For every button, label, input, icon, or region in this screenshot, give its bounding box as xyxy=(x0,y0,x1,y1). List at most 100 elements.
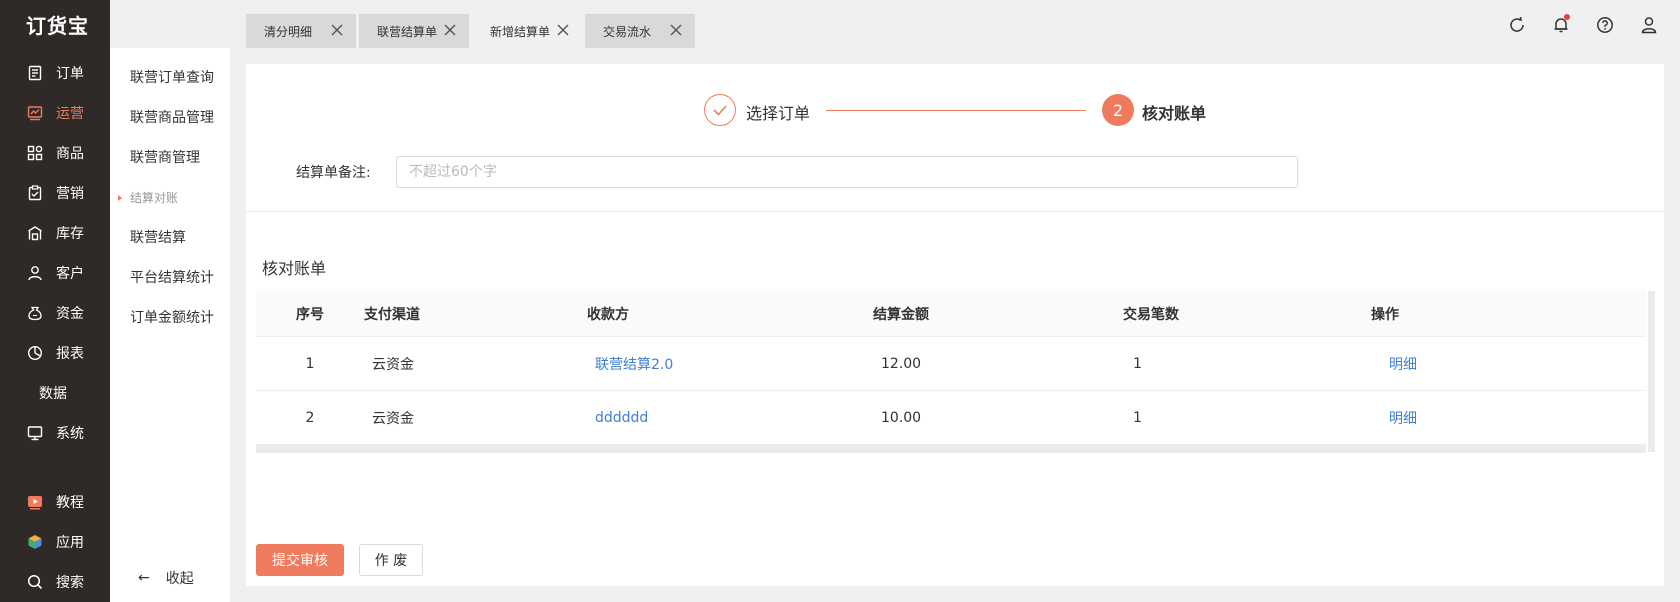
payee-link[interactable]: dddddd xyxy=(587,410,873,426)
column-header-count: 交易笔数 xyxy=(1123,306,1179,323)
nav-item-label: 订单 xyxy=(56,66,84,82)
nav-item-customer[interactable]: 客户 xyxy=(0,261,110,285)
close-icon[interactable] xyxy=(330,23,344,37)
tab-bar: 清分明细 联营结算单 新增结算单 交易流水 xyxy=(246,14,698,48)
divider xyxy=(246,211,1664,212)
notification-dot xyxy=(1564,14,1570,20)
close-icon[interactable] xyxy=(669,23,683,37)
cell-amount: 12.00 xyxy=(881,355,922,372)
report-icon xyxy=(26,344,44,362)
nav-item-search[interactable]: 搜索 xyxy=(0,570,110,594)
collapse-label: 收起 xyxy=(165,571,194,587)
column-header-payee: 收款方 xyxy=(587,306,629,323)
void-button[interactable]: 作 废 xyxy=(359,544,423,576)
steps: 选择订单 2 核对账单 xyxy=(246,64,1664,148)
nav-item-report[interactable]: 报表 xyxy=(0,341,110,365)
submit-review-button[interactable]: 提交审核 xyxy=(256,544,344,576)
top-toolbar xyxy=(1508,14,1658,34)
check-icon xyxy=(713,105,727,116)
goods-icon xyxy=(26,144,44,162)
nav-item-marketing[interactable]: 营销 xyxy=(0,181,110,205)
tab-transaction-flow[interactable]: 交易流水 xyxy=(585,14,695,48)
nav-item-label: 报表 xyxy=(56,346,84,362)
nav-item-label: 资金 xyxy=(56,306,84,322)
remark-input[interactable] xyxy=(396,156,1298,188)
cell-count: 1 xyxy=(1133,409,1142,426)
submenu-group-settlement-reconciliation: 结算对账 xyxy=(110,187,230,209)
submenu-item-joint-vendor-management[interactable]: 联营商管理 xyxy=(110,147,230,169)
table-header: 序号 支付渠道 收款方 结算金额 交易笔数 操作 xyxy=(256,291,1646,337)
app-logo[interactable]: 订货宝 xyxy=(0,0,110,48)
collapse-button[interactable]: ← 收起 xyxy=(138,568,194,588)
user-icon[interactable] xyxy=(1640,16,1658,34)
order-icon xyxy=(26,64,44,82)
nav-item-label: 搜索 xyxy=(56,575,84,591)
submenu-item-platform-settlement-stats[interactable]: 平台结算统计 xyxy=(110,267,230,289)
tab-joint-settlement-statement[interactable]: 联营结算单 xyxy=(359,14,469,48)
cell-index: 2 xyxy=(305,409,315,426)
column-header-index: 序号 xyxy=(296,306,324,323)
operations-icon xyxy=(26,104,44,122)
funds-icon xyxy=(26,304,44,322)
apps-icon xyxy=(26,533,44,551)
tab-new-settlement-statement[interactable]: 新增结算单 xyxy=(472,14,582,48)
cell-index: 1 xyxy=(305,355,315,372)
nav-item-label: 客户 xyxy=(56,266,84,282)
horizontal-scrollbar[interactable] xyxy=(256,445,1646,453)
customer-icon xyxy=(26,264,44,282)
nav-item-tutorial[interactable]: 教程 xyxy=(0,490,110,514)
submenu-item-order-amount-stats[interactable]: 订单金额统计 xyxy=(110,307,230,329)
table-row: 1 云资金 联营结算2.0 12.00 1 明细 xyxy=(256,337,1646,391)
step2-indicator: 2 xyxy=(1102,94,1134,126)
remark-label: 结算单备注: xyxy=(296,165,371,181)
step1-label: 选择订单 xyxy=(746,104,811,123)
column-header-channel: 支付渠道 xyxy=(364,306,420,323)
cell-channel: 云资金 xyxy=(372,356,414,373)
step2-label: 核对账单 xyxy=(1142,104,1207,123)
vertical-scrollbar[interactable] xyxy=(1648,291,1655,452)
main-content: 选择订单 2 核对账单 结算单备注: 核对账单 序号 支付渠道 收款方 结算金额… xyxy=(246,64,1664,586)
close-icon[interactable] xyxy=(443,23,457,37)
arrow-left-icon: ← xyxy=(138,570,150,586)
nav-item-label: 营销 xyxy=(56,186,84,202)
nav-item-funds[interactable]: 资金 xyxy=(0,301,110,325)
nav-item-inventory[interactable]: 库存 xyxy=(0,221,110,245)
search-icon xyxy=(26,573,44,591)
close-icon[interactable] xyxy=(556,23,570,37)
cell-channel: 云资金 xyxy=(372,410,414,427)
step-connector xyxy=(826,110,1086,111)
nav-item-apps[interactable]: 应用 xyxy=(0,530,110,554)
payee-link[interactable]: 联营结算2.0 xyxy=(587,354,873,374)
nav-item-system[interactable]: 系统 xyxy=(0,421,110,445)
marketing-icon xyxy=(26,184,44,202)
nav-item-label: 商品 xyxy=(56,146,84,162)
cell-count: 1 xyxy=(1133,355,1142,372)
submenu-item-joint-order-query[interactable]: 联营订单查询 xyxy=(110,67,230,89)
nav-item-label: 库存 xyxy=(56,226,84,242)
section-title: 核对账单 xyxy=(262,259,327,278)
nav-item-data[interactable]: 数据 xyxy=(0,381,110,405)
left-nav: 订货宝 订单 运营 商品 营销 库存 客户 资金 报表 数据 系统 教程 应用 … xyxy=(0,0,110,602)
detail-link[interactable]: 明细 xyxy=(1371,408,1646,428)
system-icon xyxy=(26,424,44,442)
step1-indicator xyxy=(704,94,736,126)
nav-item-label: 应用 xyxy=(56,535,84,551)
nav-item-label: 运营 xyxy=(56,106,84,122)
nav-item-label: 数据 xyxy=(39,386,67,402)
nav-item-goods[interactable]: 商品 xyxy=(0,141,110,165)
submenu-item-joint-settlement[interactable]: 联营结算 xyxy=(110,227,230,249)
table-row: 2 云资金 dddddd 10.00 1 明细 xyxy=(256,391,1646,445)
nav-item-order[interactable]: 订单 xyxy=(0,61,110,85)
refresh-icon[interactable] xyxy=(1508,16,1526,34)
tutorial-icon xyxy=(26,493,44,511)
bell-icon[interactable] xyxy=(1552,14,1570,34)
submenu-item-joint-goods-management[interactable]: 联营商品管理 xyxy=(110,107,230,129)
help-icon[interactable] xyxy=(1596,16,1614,34)
reconciliation-table: 序号 支付渠道 收款方 结算金额 交易笔数 操作 1 云资金 联营结算2.0 1… xyxy=(256,291,1646,453)
submenu: 联营订单查询 联营商品管理 联营商管理 结算对账 联营结算 平台结算统计 订单金… xyxy=(110,48,230,602)
nav-item-label: 教程 xyxy=(56,495,84,511)
nav-item-operations[interactable]: 运营 xyxy=(0,101,110,125)
tab-clearing-details[interactable]: 清分明细 xyxy=(246,14,356,48)
detail-link[interactable]: 明细 xyxy=(1371,354,1646,374)
inventory-icon xyxy=(26,224,44,242)
